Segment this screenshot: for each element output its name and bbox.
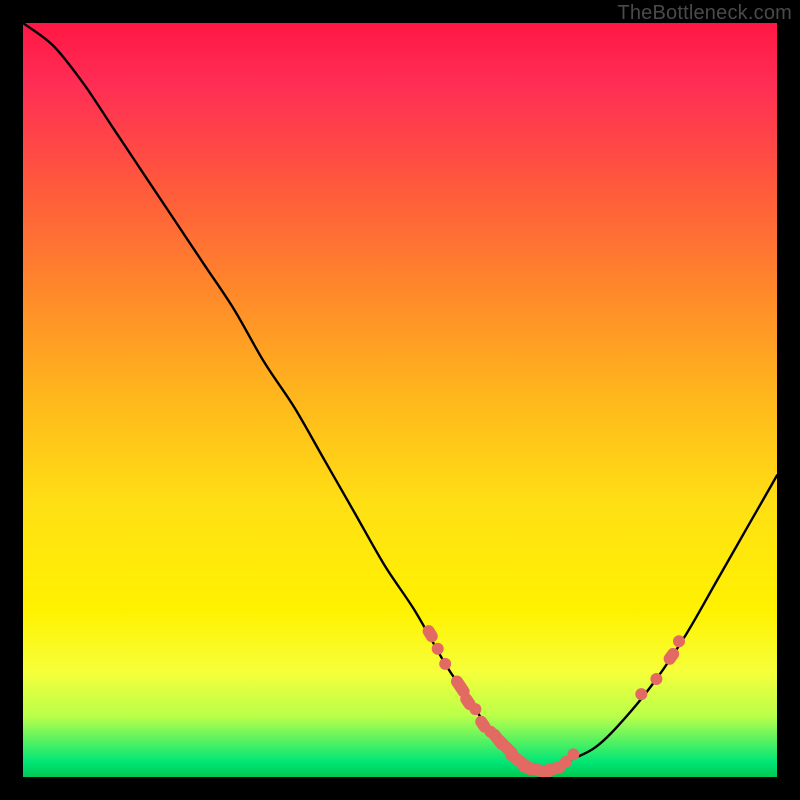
chart-svg (23, 23, 777, 777)
curve-marker-dot (439, 658, 451, 670)
watermark-text: TheBottleneck.com (617, 2, 792, 25)
curve-marker-dot (469, 703, 481, 715)
curve-marker-dot (635, 688, 647, 700)
curve-marker-oblong (661, 646, 681, 668)
curve-marker-dot (567, 748, 579, 760)
curve-marker-dot (673, 635, 685, 647)
chart-frame (23, 23, 777, 777)
curve-marker-dot (650, 673, 662, 685)
curve-markers (420, 623, 685, 777)
curve-marker-dot (432, 643, 444, 655)
